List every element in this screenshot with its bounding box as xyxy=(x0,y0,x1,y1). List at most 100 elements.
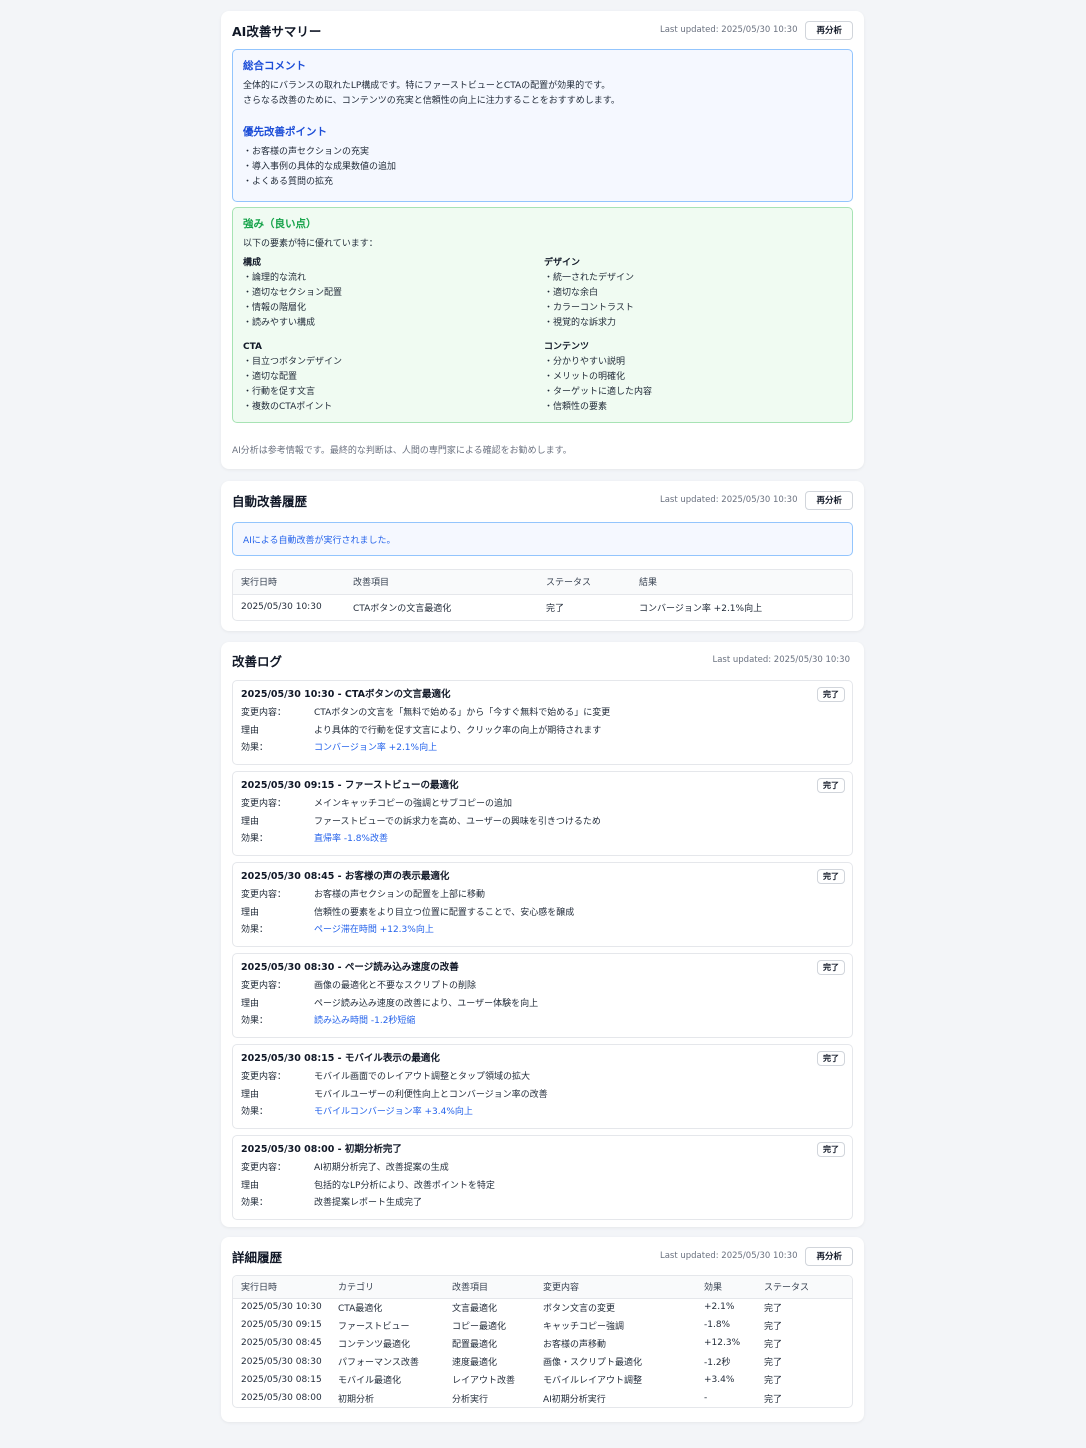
strength-group: デザイン ・統一されたデザイン ・適切な余白 ・カラーコントラスト ・視覚的な訴… xyxy=(544,256,844,331)
table-cell: +3.4% xyxy=(704,1374,735,1385)
card-title: AI改善サマリー xyxy=(232,23,322,39)
log-entry-title: 2025/05/30 08:30 - ページ読み込み速度の改善 xyxy=(241,962,459,973)
group-title: コンテンツ xyxy=(544,342,590,352)
table-row: 2025/05/30 08:00 初期分析 分析実行 AI初期分析実行 - 完了 xyxy=(233,1389,852,1407)
effect-label: 効果： xyxy=(241,834,269,844)
card-header: 詳細履歴 Last updated: 2025/05/30 10:30 再分析 xyxy=(232,1237,853,1275)
group-item: ・メリットの明確化 xyxy=(544,372,626,382)
log-entry: 2025/05/30 08:45 - お客様の声の表示最適化 完了 変更内容： お客様… xyxy=(232,862,853,947)
reason-label: 理由 xyxy=(241,1089,260,1100)
priority-item: ・よくある質問の拡充 xyxy=(243,177,334,187)
column-header: 実行日時 xyxy=(233,570,353,595)
column-header: 改善項目 xyxy=(452,1276,543,1299)
reason-label: 理由 xyxy=(241,998,260,1009)
table-cell: -1.2秒 xyxy=(704,1358,731,1369)
group-item: ・カラーコントラスト xyxy=(544,303,634,313)
change-label: 変更内容： xyxy=(241,708,287,718)
table-cell: 完了 xyxy=(764,1321,783,1332)
table-row: 2025/05/30 08:30 パフォーマンス改善 速度最適化 画像・スクリプト最適… xyxy=(233,1353,852,1371)
log-entry: 2025/05/30 08:30 - ページ読み込み速度の改善 完了 変更内容： 画像… xyxy=(232,953,853,1038)
group-item: ・適切な余白 xyxy=(544,288,599,298)
last-updated: Last updated: 2025/05/30 10:30 xyxy=(659,1251,798,1261)
overall-heading: 総合コメント xyxy=(243,60,306,72)
table-cell: 2025/05/30 09:15 xyxy=(241,1320,322,1331)
effect-value: 直帰率 -1.8%改善 xyxy=(314,834,388,844)
reason-value: より具体的で行動を促す文言により、クリック率の向上が期待されます xyxy=(314,725,602,736)
reason-label: 理由 xyxy=(241,816,260,827)
table-cell: 分析実行 xyxy=(452,1394,489,1405)
column-header: ステータス xyxy=(546,570,639,595)
group-item: ・行動を促す文言 xyxy=(243,387,316,397)
table-header-row: 実行日時 カテゴリ 改善項目 変更内容 効果 ステータス xyxy=(233,1276,852,1299)
change-label: 変更内容： xyxy=(241,981,287,991)
overall-comment-box: 総合コメント 全体的にバランスの取れたLP構成です。特にファーストビューとCTA… xyxy=(232,49,853,202)
status-badge: 完了 xyxy=(817,960,845,975)
priority-item: ・導入事例の具体的な成果数値の追加 xyxy=(243,162,397,172)
reason-value: ファーストビューでの訴求力を高め、ユーザーの興味を引きつけるため xyxy=(314,816,601,827)
log-entry: 2025/05/30 09:15 - ファーストビューの最適化 完了 変更内容： メイ… xyxy=(232,771,853,856)
overall-line: さらなる改善のために、コンテンツの充実と信頼性の向上に注力することをおすすめしま… xyxy=(243,96,620,106)
table-cell: 完了 xyxy=(546,603,565,614)
group-item: ・情報の階層化 xyxy=(243,303,307,313)
table-cell: 完了 xyxy=(764,1303,783,1314)
card-header: 自動改善履歴 Last updated: 2025/05/30 10:30 再分… xyxy=(232,481,853,519)
reanalyze-button[interactable]: 再分析 xyxy=(805,1246,853,1266)
change-value: お客様の声セクションの配置を上部に移動 xyxy=(314,890,486,900)
reanalyze-button[interactable]: 再分析 xyxy=(805,20,853,40)
detail-history-card: 詳細履歴 Last updated: 2025/05/30 10:30 再分析 … xyxy=(221,1237,864,1422)
table-row: 2025/05/30 10:30 CTAボタンの文言最適化 完了 コンバージョン… xyxy=(233,594,852,620)
last-updated: Last updated: 2025/05/30 10:30 xyxy=(712,655,850,665)
reason-label: 理由 xyxy=(241,1180,260,1191)
table-cell: 完了 xyxy=(764,1358,783,1369)
reason-label: 理由 xyxy=(241,907,260,918)
group-item: ・視覚的な訴求力 xyxy=(544,318,617,328)
card-title: 詳細履歴 xyxy=(232,1249,283,1265)
table-cell: 2025/05/30 10:30 xyxy=(241,602,322,613)
strengths-box: 強み（良い点） 以下の要素が特に優れています： 構成 ・論理的な流れ ・適切なセ… xyxy=(232,207,853,423)
change-label: 変更内容： xyxy=(241,1163,287,1173)
table-cell: +12.3% xyxy=(704,1338,741,1349)
auto-history-table: 実行日時 改善項目 ステータス 結果 2025/05/30 10:30 CTAボ… xyxy=(232,569,853,621)
log-entry-title: 2025/05/30 08:15 - モバイル表示の最適化 xyxy=(241,1053,440,1064)
change-label: 変更内容： xyxy=(241,799,287,809)
effect-value: ページ滞在時間 +12.3%向上 xyxy=(314,925,434,935)
status-badge: 完了 xyxy=(817,1051,845,1066)
detail-history-table: 実行日時 カテゴリ 改善項目 変更内容 効果 ステータス 2025/05/30 … xyxy=(232,1275,853,1409)
log-entry-title: 2025/05/30 10:30 - CTAボタンの文言最適化 xyxy=(241,689,451,700)
group-title: デザイン xyxy=(544,258,581,268)
table-cell: コピー最適化 xyxy=(452,1321,507,1332)
table-cell: 速度最適化 xyxy=(452,1358,498,1369)
effect-label: 効果： xyxy=(241,925,269,935)
table-cell: - xyxy=(704,1393,708,1404)
table-cell: 完了 xyxy=(764,1394,783,1405)
reanalyze-button[interactable]: 再分析 xyxy=(805,490,853,510)
effect-value: モバイルコンバージョン率 +3.4%向上 xyxy=(314,1107,473,1117)
table-cell: ファーストビュー xyxy=(338,1321,410,1332)
overall-line: 全体的にバランスの取れたLP構成です。特にファーストビューとCTAの配置が効果的… xyxy=(243,81,611,91)
column-header: 改善項目 xyxy=(353,570,546,595)
table-row: 2025/05/30 08:45 コンテンツ最適化 配置最適化 お客様の声移動 +12.… xyxy=(233,1334,852,1352)
table-cell: AI初期分析実行 xyxy=(543,1394,606,1405)
table-cell: モバイル最適化 xyxy=(338,1376,402,1387)
reason-value: モバイルユーザーの利便性向上とコンバージョン率の改善 xyxy=(314,1089,548,1100)
reason-value: ページ読み込み速度の改善により、ユーザー体験を向上 xyxy=(314,998,539,1009)
table-cell: -1.8% xyxy=(704,1320,731,1331)
table-cell: コンテンツ最適化 xyxy=(338,1339,411,1350)
table-cell: 2025/05/30 08:45 xyxy=(241,1338,322,1349)
effect-label: 効果： xyxy=(241,1198,269,1208)
table-cell: 完了 xyxy=(764,1339,783,1350)
table-cell: 2025/05/30 08:00 xyxy=(241,1393,322,1404)
group-item: ・複数のCTAポイント xyxy=(243,402,333,412)
strengths-intro: 以下の要素が特に優れています： xyxy=(243,239,378,249)
table-cell: 画像・スクリプト最適化 xyxy=(543,1358,643,1369)
effect-label: 効果： xyxy=(241,1016,269,1026)
status-badge: 完了 xyxy=(817,1142,845,1157)
table-cell: お客様の声移動 xyxy=(543,1339,607,1350)
strength-group: CTA ・目立つボタンデザイン ・適切な配置 ・行動を促す文言 ・複数のCTAポ… xyxy=(243,340,544,415)
strength-group: コンテンツ ・分かりやすい説明 ・メリットの明確化 ・ターゲットに適した内容 ・… xyxy=(544,340,844,415)
card-title: 改善ログ xyxy=(232,653,283,669)
table-cell: +2.1% xyxy=(704,1302,735,1313)
group-item: ・分かりやすい説明 xyxy=(544,357,626,367)
change-label: 変更内容： xyxy=(241,1072,287,1082)
improvement-log-card: 改善ログ Last updated: 2025/05/30 10:30 2025… xyxy=(221,642,864,1227)
